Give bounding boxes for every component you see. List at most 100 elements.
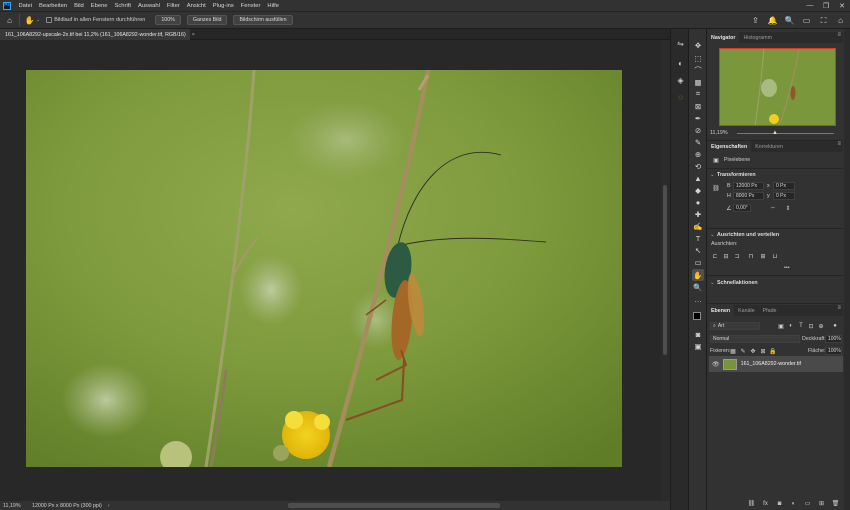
menu-ansicht[interactable]: Ansicht (183, 3, 209, 9)
tab-layers[interactable]: Ebenen (707, 305, 735, 316)
filter-smart-icon[interactable]: ⊕ (817, 322, 825, 330)
brush-tool-icon[interactable]: ✎ (692, 136, 704, 148)
workspace-icon[interactable]: ▭ (801, 15, 812, 26)
color-icon[interactable]: ◐ (675, 58, 686, 69)
zoom-100-button[interactable]: 100% (155, 15, 181, 25)
dodge-tool-icon[interactable]: ✚ (692, 208, 704, 220)
paint-bucket-tool-icon[interactable]: ◆ (692, 184, 704, 196)
menu-auswahl[interactable]: Auswahl (134, 3, 163, 9)
history-icon[interactable]: ⇋ (675, 38, 686, 49)
hand-tool-icon[interactable]: ✋ (692, 269, 704, 281)
angle-field[interactable]: 0,00° (733, 204, 751, 212)
y-field[interactable]: 0 Px (773, 192, 795, 200)
height-field[interactable]: 8000 Px (733, 192, 764, 200)
learn-icon[interactable]: ◌ (675, 92, 686, 103)
flip-horizontal-icon[interactable]: ⇔ (769, 204, 777, 212)
crop-tool-icon[interactable]: ⌗ (692, 88, 704, 100)
collapse-icon[interactable]: ⌄ (710, 172, 714, 178)
panel-menu-icon[interactable]: ≡ (837, 305, 841, 311)
filter-shape-icon[interactable]: ⊡ (807, 322, 815, 330)
screen-mode-icon[interactable]: ⛶ (818, 15, 829, 26)
horizontal-scroll-thumb[interactable] (288, 503, 500, 508)
opacity-field[interactable]: 100% (825, 335, 842, 343)
menu-filter[interactable]: Filter (163, 3, 183, 9)
search-icon[interactable]: 🔍 (784, 15, 795, 26)
tab-channels[interactable]: Kanäle (734, 305, 759, 316)
minimize-button[interactable]: — (802, 0, 818, 11)
swatches-icon[interactable]: ◈ (675, 75, 686, 86)
tab-navigator[interactable]: Navigator (707, 32, 740, 43)
layer-style-icon[interactable]: fx (761, 499, 770, 508)
type-tool-icon[interactable]: T (692, 232, 704, 244)
layer-filter-select[interactable]: ⌕ Art (710, 322, 760, 330)
lock-all-icon[interactable]: 🔒 (769, 347, 777, 355)
maximize-button[interactable]: ❐ (818, 0, 834, 11)
navigator-zoom[interactable]: 11,19% (710, 130, 728, 136)
tab-adjustments[interactable]: Korrekturen (751, 141, 787, 152)
new-group-icon[interactable]: ▭ (803, 499, 812, 508)
align-top-icon[interactable]: ⊓ (747, 252, 755, 260)
link-layers-icon[interactable]: ⛓ (747, 499, 756, 508)
blur-tool-icon[interactable]: ● (692, 196, 704, 208)
eye-icon[interactable]: 👁 (712, 361, 720, 368)
tab-properties[interactable]: Eigenschaften (707, 141, 752, 152)
quick-mask-icon[interactable]: ◙ (692, 328, 704, 340)
foreground-color-swatch[interactable] (693, 312, 701, 320)
lock-position-icon[interactable]: ✥ (749, 347, 757, 355)
panel-menu-icon[interactable]: ≡ (837, 141, 841, 147)
zoom-slider-handle[interactable]: ▲ (772, 130, 778, 136)
edit-toolbar-icon[interactable]: … (692, 293, 704, 305)
collapse-icon[interactable]: ⌄ (710, 232, 714, 238)
object-selection-tool-icon[interactable]: ▦ (692, 76, 704, 88)
lock-artboard-icon[interactable]: ⊠ (759, 347, 767, 355)
fill-field[interactable]: 100% (825, 347, 842, 355)
chevron-down-icon[interactable]: ⌄ (36, 17, 40, 23)
panel-scrollbar[interactable] (844, 29, 850, 510)
lock-pixels-icon[interactable]: ✎ (739, 347, 747, 355)
panel-menu-icon[interactable]: ≡ (837, 32, 841, 38)
filter-type-icon[interactable]: T (797, 322, 805, 330)
zoom-tool-icon[interactable]: 🔍 (692, 281, 704, 293)
collapse-icon[interactable]: ⌄ (710, 280, 714, 286)
close-window-button[interactable]: ✕ (834, 0, 850, 11)
menu-ebene[interactable]: Ebene (87, 3, 111, 9)
navigator-zoom-slider[interactable] (737, 133, 834, 134)
bell-icon[interactable]: 🔔 (767, 15, 778, 26)
flip-vertical-icon[interactable]: ⇕ (784, 204, 792, 212)
move-tool-icon[interactable]: ✥ (692, 39, 704, 51)
align-bottom-icon[interactable]: ⊔ (771, 252, 779, 260)
clone-stamp-tool-icon[interactable]: ⊕ (692, 148, 704, 160)
align-left-icon[interactable]: ⊏ (711, 252, 719, 260)
fit-screen-button[interactable]: Ganzes Bild (186, 15, 228, 25)
link-dimensions-icon[interactable]: ⛓ (712, 184, 720, 192)
tab-histogram[interactable]: Histogramm (739, 32, 776, 43)
close-tab-icon[interactable]: × (192, 32, 195, 38)
new-adjustment-icon[interactable]: ◐ (789, 499, 798, 508)
align-right-icon[interactable]: ⊐ (733, 252, 741, 260)
frame-tool-icon[interactable]: ⊠ (692, 100, 704, 112)
vertical-scroll-thumb[interactable] (663, 185, 667, 355)
trash-icon[interactable]: 🗑 (831, 499, 840, 508)
menu-plugins[interactable]: Plug-ins (209, 3, 237, 9)
menu-hilfe[interactable]: Hilfe (264, 3, 283, 9)
align-center-h-icon[interactable]: ⊟ (722, 252, 730, 260)
menu-schrift[interactable]: Schrift (111, 3, 134, 9)
lasso-tool-icon[interactable]: ⌒ (692, 64, 704, 76)
screen-mode-icon[interactable]: ▣ (692, 340, 704, 352)
menu-bild[interactable]: Bild (71, 3, 88, 9)
blend-mode-select[interactable]: Normal (710, 335, 800, 343)
filter-adjustment-icon[interactable]: ◐ (787, 322, 795, 330)
align-middle-v-icon[interactable]: ⊞ (759, 252, 767, 260)
menu-fenster[interactable]: Fenster (237, 3, 264, 9)
hand-tool-icon[interactable]: ✋ (24, 15, 35, 26)
share-icon[interactable]: ⇪ (750, 15, 761, 26)
history-brush-tool-icon[interactable]: ⟲ (692, 160, 704, 172)
filter-toggle-icon[interactable]: ● (831, 322, 839, 330)
scroll-all-checkbox[interactable] (46, 17, 53, 23)
navigator-view-box[interactable] (719, 48, 836, 126)
document-image[interactable] (26, 70, 622, 467)
add-mask-icon[interactable]: ◙ (775, 499, 784, 508)
cloud-icon[interactable]: ⌂ (835, 15, 846, 26)
menu-datei[interactable]: Datei (15, 3, 36, 9)
menu-bearbeiten[interactable]: Bearbeiten (36, 3, 71, 9)
